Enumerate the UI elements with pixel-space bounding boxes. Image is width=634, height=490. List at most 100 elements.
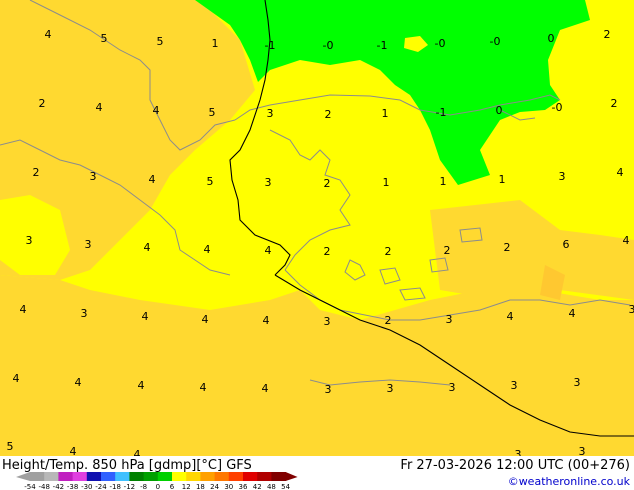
scale-tick-label: 0 — [156, 483, 160, 490]
temperature-label: 2 — [325, 108, 332, 121]
scale-swatch — [129, 472, 145, 481]
scale-tick-label: -48 — [38, 483, 49, 490]
temperature-label: 0 — [548, 32, 555, 45]
temperature-label: 3 — [574, 376, 581, 389]
temperature-label: 2 — [504, 241, 511, 254]
scale-swatch — [86, 472, 102, 481]
forecast-datetime: Fr 27-03-2026 12:00 UTC (00+276) — [400, 458, 630, 473]
temperature-label: 2 — [39, 97, 46, 110]
temperature-label: 4 — [142, 310, 149, 323]
temperature-label: -0 — [552, 101, 563, 114]
scale-tick-label: 12 — [182, 483, 191, 490]
temperature-label: 4 — [507, 310, 514, 323]
scale-tick-label: -18 — [109, 483, 120, 490]
map-canvas: 4 5 5 1 -1 -0 -1 -0 -0 0 2 2 4 4 5 3 2 1 -1 0 -0 2 2 3 4 5 3 2 1 1 1 3 4… — [0, 0, 634, 456]
temperature-label: 4 — [262, 382, 269, 395]
temperature-label: -0 — [435, 37, 446, 50]
temperature-label: 3 — [81, 307, 88, 320]
temperature-label: 4 — [96, 101, 103, 114]
temperature-label: 2 — [604, 28, 611, 41]
scale-tick-label: 18 — [196, 483, 205, 490]
temperature-label: 3 — [511, 379, 518, 392]
temperature-label: 1 — [383, 176, 390, 189]
temperature-label: -1 — [436, 106, 447, 119]
temperature-label: 2 — [385, 245, 392, 258]
scale-swatch — [143, 472, 159, 481]
temperature-label: 4 — [149, 173, 156, 186]
temperature-label: 3 — [629, 303, 634, 316]
temperature-label: 4 — [623, 234, 630, 247]
temperature-label: 2 — [444, 244, 451, 257]
temperature-label: 4 — [144, 241, 151, 254]
temperature-label: 4 — [263, 314, 270, 327]
temperature-label: 3 — [325, 383, 332, 396]
temperature-label: 4 — [45, 28, 52, 41]
scale-tick-label: -38 — [67, 483, 78, 490]
temperature-label: 4 — [20, 303, 27, 316]
scale-swatch — [58, 472, 74, 481]
temperature-label: 2 — [324, 177, 331, 190]
temperature-label: 4 — [265, 244, 272, 257]
scale-swatch — [101, 472, 116, 481]
scale-swatch — [30, 472, 45, 481]
scale-tick-label: 6 — [170, 483, 175, 490]
temperature-label: 1 — [440, 175, 447, 188]
scale-swatch — [157, 472, 173, 481]
scale-tick-label: 42 — [253, 483, 262, 490]
scale-swatch — [228, 472, 244, 481]
scale-swatch — [115, 472, 130, 481]
scale-tick-label: 30 — [224, 483, 233, 490]
scale-swatch — [172, 472, 187, 481]
temperature-label: 1 — [382, 107, 389, 120]
temperature-label: 3 — [26, 234, 33, 247]
temperature-label: 4 — [617, 166, 624, 179]
temperature-label: 3 — [324, 315, 331, 328]
temperature-label: 6 — [563, 238, 570, 251]
scale-tick-label: -8 — [140, 483, 147, 490]
temperature-label: 3 — [446, 313, 453, 326]
scale-left-arrow — [16, 472, 30, 481]
weather-map: 4 5 5 1 -1 -0 -1 -0 -0 0 2 2 4 4 5 3 2 1 -1 0 -0 2 2 3 4 5 3 2 1 1 1 3 4… — [0, 0, 634, 456]
temperature-label: 3 — [449, 381, 456, 394]
temperature-label: 4 — [13, 372, 20, 385]
temperature-label: -0 — [490, 35, 501, 48]
scale-right-arrow — [285, 472, 298, 481]
temperature-label: 2 — [385, 314, 392, 327]
temperature-label: 5 — [101, 32, 108, 45]
scale-tick-label: -54 — [24, 483, 36, 490]
color-scale: -54 -48 -42 -38 -30 -24 -18 -12 -8 0 6 12 18 24 30 36 42… — [16, 472, 298, 490]
temperature-label: 2 — [33, 166, 40, 179]
scale-tick-label: 48 — [267, 483, 276, 490]
temperature-label: 3 — [85, 238, 92, 251]
temperature-label: 5 — [157, 35, 164, 48]
temperature-label: 4 — [75, 376, 82, 389]
scale-swatch — [72, 472, 88, 481]
temperature-label: 2 — [324, 245, 331, 258]
scale-swatch — [257, 472, 272, 481]
temperature-label: 3 — [387, 382, 394, 395]
scale-swatch — [200, 472, 216, 481]
temperature-label: 2 — [611, 97, 618, 110]
temperature-label: 3 — [265, 176, 272, 189]
temperature-label: 4 — [70, 445, 77, 456]
scale-tick-label: 24 — [210, 483, 219, 490]
temperature-label: -0 — [323, 39, 334, 52]
scale-swatch — [214, 472, 230, 481]
temperature-label: 5 — [207, 175, 214, 188]
temperature-label: 4 — [153, 104, 160, 117]
scale-swatch — [44, 472, 59, 481]
scale-swatch — [271, 472, 287, 481]
scale-tick-label: 36 — [239, 483, 248, 490]
temperature-label: 4 — [200, 381, 207, 394]
temperature-label: 3 — [90, 170, 97, 183]
temperature-label: 5 — [7, 440, 14, 453]
temperature-label: 4 — [569, 307, 576, 320]
scale-swatch — [186, 472, 201, 481]
temperature-label: 3 — [267, 107, 274, 120]
temperature-label: 1 — [212, 37, 219, 50]
scale-tick-label: -24 — [95, 483, 107, 490]
copyright-link[interactable]: ©weatheronline.co.uk — [508, 475, 630, 488]
temperature-label: 4 — [202, 313, 209, 326]
temperature-label: -1 — [265, 39, 276, 52]
scale-tick-label: 54 — [281, 483, 290, 490]
